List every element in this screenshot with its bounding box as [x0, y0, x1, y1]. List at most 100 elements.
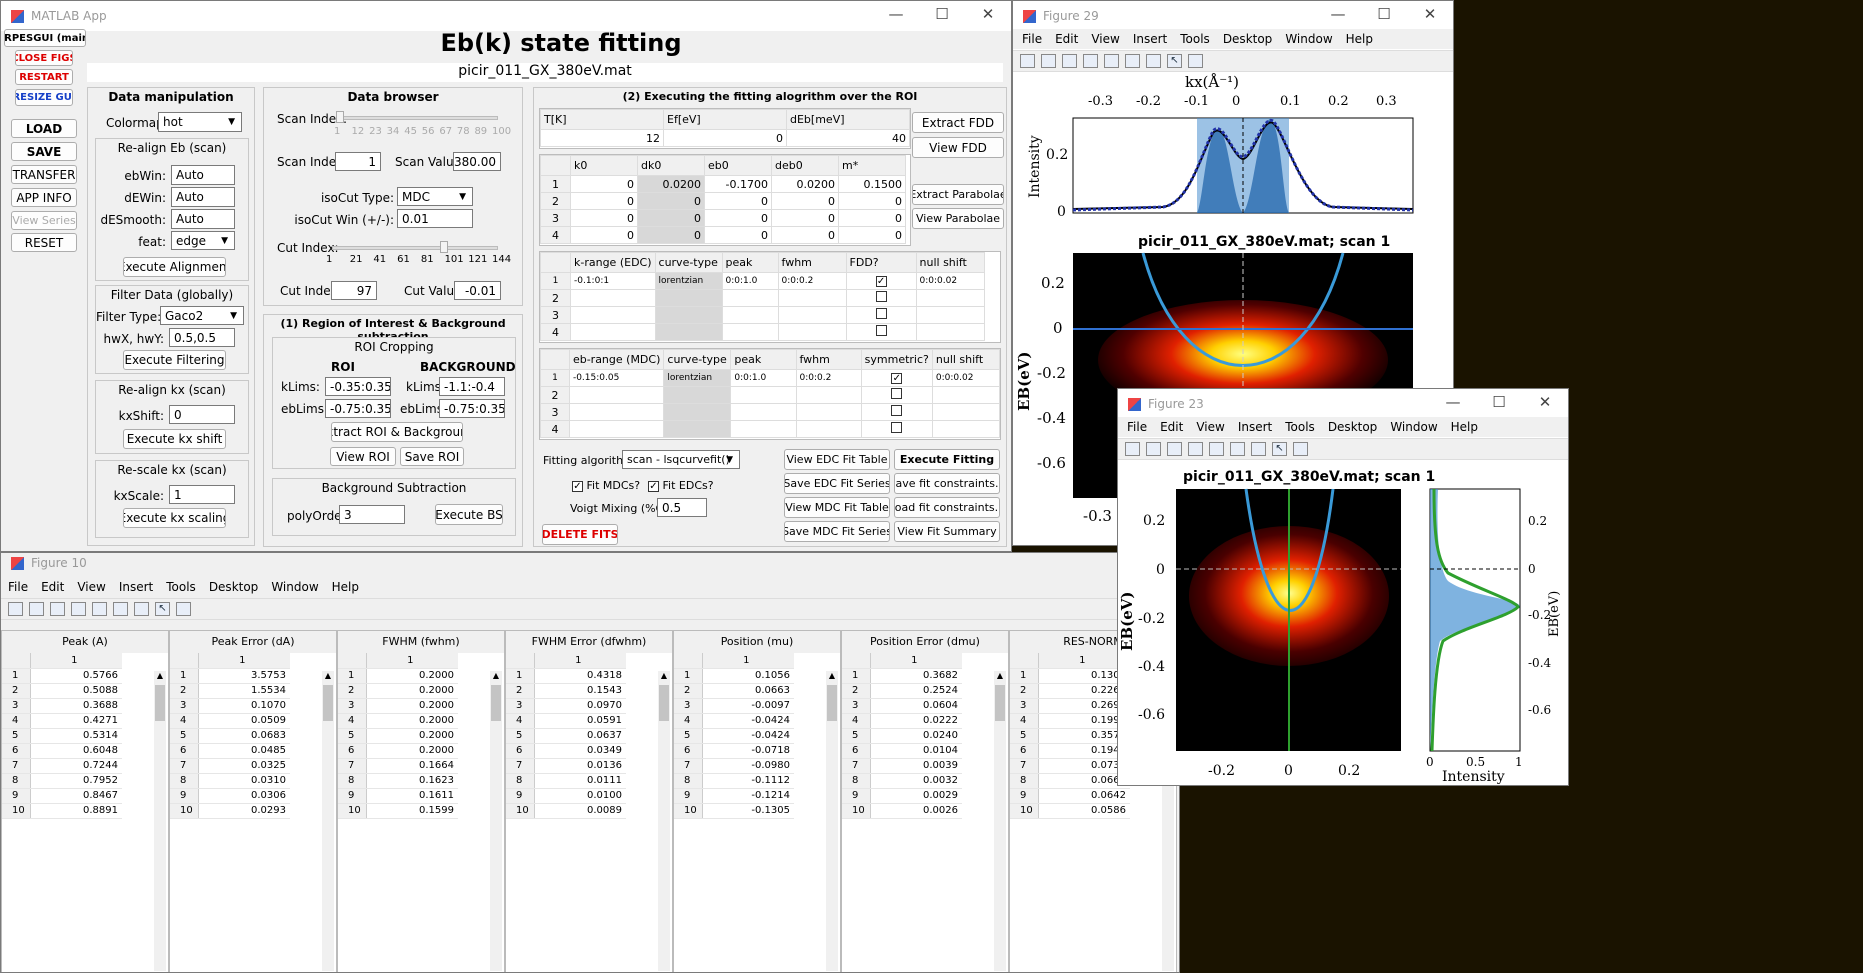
column-header[interactable]: 1 [30, 653, 122, 669]
row-header[interactable]: 3 [540, 209, 571, 227]
menu-help[interactable]: Help [332, 580, 359, 594]
menu-edit[interactable]: Edit [1055, 32, 1078, 46]
row-header[interactable]: 10 [2, 803, 31, 819]
menu-view[interactable]: View [77, 580, 105, 594]
table-cell[interactable]: 0.2000 [366, 743, 458, 759]
minimize-icon[interactable]: — [1315, 5, 1361, 23]
table-cell[interactable]: 0.2000 [366, 713, 458, 729]
row-header[interactable]: 2 [506, 683, 535, 699]
table-cell[interactable]: 0.6048 [30, 743, 122, 759]
table-cell[interactable]: ✓ [860, 369, 933, 387]
scrollbar-thumb[interactable] [827, 685, 837, 721]
link-icon[interactable] [1104, 54, 1119, 68]
column-header[interactable]: k0 [570, 155, 638, 176]
column-header[interactable]: curve-type [654, 252, 723, 273]
row-header[interactable]: 7 [2, 758, 31, 774]
table-cell[interactable]: 0 [838, 192, 906, 210]
column-header[interactable]: FDD? [845, 252, 917, 273]
transfer-button[interactable]: TRANSFER [11, 165, 77, 184]
row-header[interactable]: 4 [506, 713, 535, 729]
row-header[interactable]: 7 [506, 758, 535, 774]
row-header[interactable]: 9 [674, 788, 703, 804]
row-header[interactable]: 3 [842, 698, 871, 714]
execute-filtering-button[interactable]: Execute Filtering [123, 350, 226, 370]
dewin-input[interactable]: Auto [171, 187, 235, 207]
column-header[interactable] [540, 252, 571, 273]
menu-window[interactable]: Window [271, 580, 318, 594]
row-header[interactable]: 10 [170, 803, 199, 819]
table-cell[interactable] [568, 403, 665, 421]
scrollbar[interactable]: ▲ [658, 671, 670, 971]
scrollbar-thumb[interactable] [659, 685, 669, 721]
column-header[interactable]: 1 [534, 653, 626, 669]
row-header[interactable]: 9 [506, 788, 535, 804]
row-header[interactable]: 5 [338, 728, 367, 744]
table-cell[interactable]: 0.1664 [366, 758, 458, 774]
menu-window[interactable]: Window [1390, 420, 1437, 434]
kxscale-input[interactable]: 1 [169, 485, 235, 504]
row-header[interactable]: 1 [338, 668, 367, 684]
table-cell[interactable] [570, 306, 656, 324]
table-cell[interactable]: 0.0642 [1038, 788, 1130, 804]
fit-data-table[interactable]: Position (mu) 1 1 0.1056 2 0.0663 3 -0.0097 4 -0.… [673, 630, 841, 972]
row-header[interactable]: 6 [1010, 743, 1039, 759]
row-header[interactable]: 6 [170, 743, 199, 759]
table-cell[interactable]: 0 [704, 192, 772, 210]
table-cell[interactable]: 0.1611 [366, 788, 458, 804]
row-header[interactable]: 2 [338, 683, 367, 699]
table-cell[interactable] [845, 323, 917, 341]
bg-eblims-input[interactable]: -0.75:0.35 [439, 399, 505, 418]
app-info-button[interactable]: APP INFO [11, 188, 77, 207]
column-header[interactable]: 1 [198, 653, 290, 669]
table-cell[interactable] [663, 386, 732, 404]
fit-mdcs-check[interactable]: ✓ [572, 481, 583, 492]
row-header[interactable]: 3 [674, 698, 703, 714]
reset-button[interactable]: RESET [11, 233, 77, 252]
load-button[interactable]: LOAD [11, 119, 77, 138]
fit-data-table[interactable]: Peak (A) 1 1 0.5766 2 0.5088 3 0.3688 4 0.4271 5 0.… [1, 630, 169, 972]
row-header[interactable]: 4 [540, 323, 571, 341]
row-header[interactable]: 4 [540, 226, 571, 244]
table-cell[interactable]: 0.0663 [702, 683, 794, 699]
table-cell[interactable]: -0.1:0:1 [570, 272, 656, 290]
table-cell[interactable]: 0.3688 [30, 698, 122, 714]
row-header[interactable]: 2 [170, 683, 199, 699]
table-cell[interactable]: 0.2000 [366, 683, 458, 699]
table-cell[interactable]: 0:0:1.0 [721, 272, 779, 290]
table-cell[interactable]: 0:0:0.2 [777, 272, 847, 290]
table-cell[interactable]: 0 [637, 226, 705, 244]
menu-tools[interactable]: Tools [1285, 420, 1315, 434]
save-roi-button[interactable]: Save ROI [400, 447, 464, 466]
row-header[interactable]: 2 [540, 386, 570, 404]
fit-data-table[interactable]: Position Error (dmu) 1 1 0.3682 2 0.2524 3 0.06… [841, 630, 1009, 972]
table-cell[interactable]: 0 [771, 209, 839, 227]
ebwin-input[interactable]: Auto [171, 165, 235, 185]
table-cell[interactable]: 0.2000 [366, 698, 458, 714]
cut-value-input[interactable]: -0.01 [454, 281, 501, 300]
table-cell[interactable]: -0.1700 [704, 175, 772, 193]
legend-icon[interactable] [134, 602, 149, 616]
column-header[interactable]: peak [730, 349, 797, 370]
load-fit-constraints-button[interactable]: Load fit constraints... [894, 497, 1000, 518]
checkbox[interactable] [891, 422, 903, 433]
row-header[interactable]: 1 [506, 668, 535, 684]
table-cell[interactable]: ✓ [845, 272, 917, 290]
close-icon[interactable]: ✕ [1522, 393, 1568, 411]
scan-index-input[interactable]: 1 [335, 152, 381, 171]
open-icon[interactable] [1041, 54, 1056, 68]
table-cell[interactable]: 0.0104 [870, 743, 962, 759]
table-cell[interactable]: 0 [637, 209, 705, 227]
new-figure-icon[interactable] [1125, 442, 1140, 456]
isocut-type-select[interactable]: MDC [397, 187, 473, 206]
save-edc-fit-series-button[interactable]: Save EDC Fit Series [784, 473, 890, 494]
minimize-icon[interactable]: — [1430, 393, 1476, 411]
table-cell[interactable]: 0.0111 [534, 773, 626, 789]
table-cell[interactable]: 0 [704, 226, 772, 244]
polyorder-input[interactable]: 3 [339, 505, 405, 524]
row-header[interactable]: 4 [540, 420, 570, 438]
table-cell[interactable]: 0.0136 [534, 758, 626, 774]
minimize-icon[interactable]: — [873, 5, 919, 23]
row-header[interactable]: 6 [338, 743, 367, 759]
open-icon[interactable] [1146, 442, 1161, 456]
table-cell[interactable] [795, 403, 862, 421]
